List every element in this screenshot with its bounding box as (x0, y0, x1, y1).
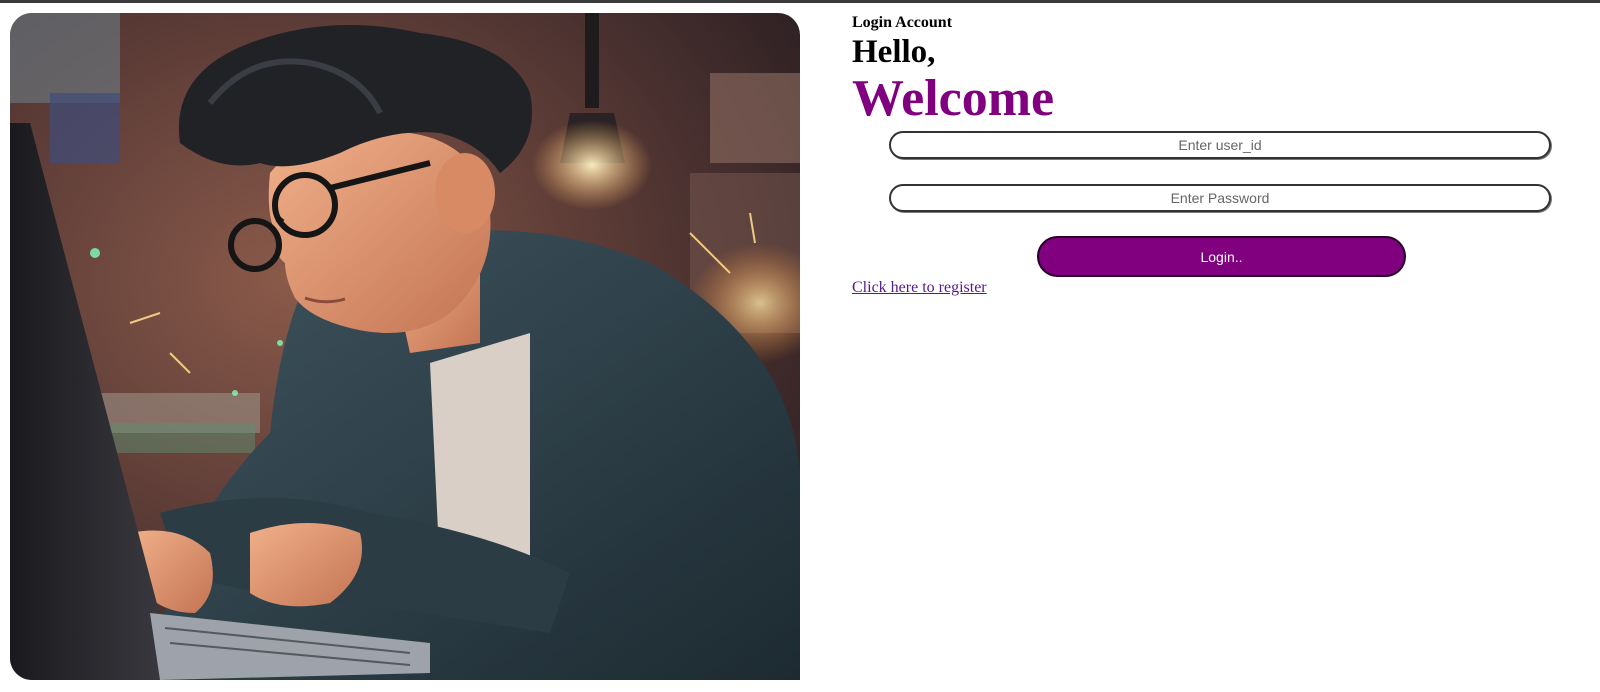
login-account-heading: Login Account (852, 14, 953, 31)
window-top-border (0, 0, 1600, 3)
login-panel: Login Account Hello, Welcome Login.. Cli… (852, 13, 1552, 296)
welcome-title: Welcome (852, 70, 1055, 127)
user-id-input[interactable] (889, 131, 1551, 159)
register-link[interactable]: Click here to register (852, 279, 987, 297)
greeting-text: Hello, (852, 34, 936, 70)
boy-at-laptop-illustration (10, 13, 800, 680)
password-input[interactable] (889, 184, 1551, 212)
hero-illustration (10, 13, 800, 680)
login-button[interactable]: Login.. (1037, 236, 1406, 277)
